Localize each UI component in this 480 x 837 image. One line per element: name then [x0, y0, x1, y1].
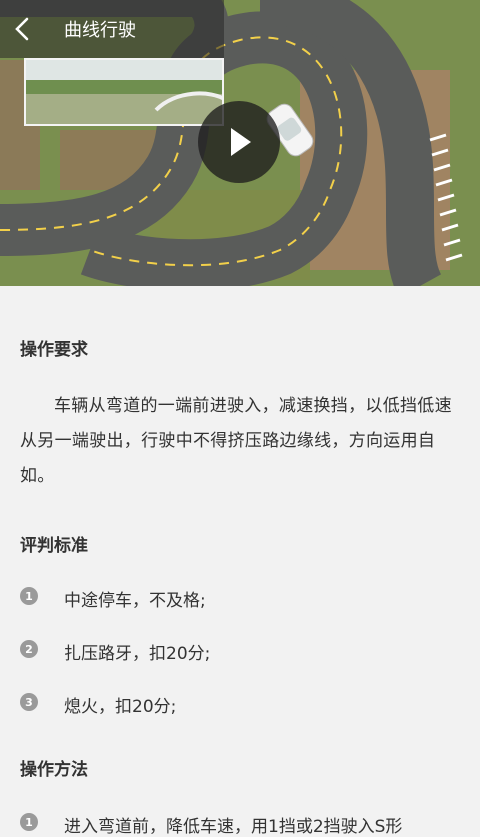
- preview-image: [26, 60, 222, 124]
- requirements-text: 车辆从弯道的一端前进驶入，减速换挡，以低挡低速从另一端驶出，行驶中不得挤压路边缘…: [20, 396, 452, 486]
- list-item-text: 熄火，扣20分;: [64, 697, 177, 717]
- section-title-method: 操作方法: [20, 760, 88, 780]
- content-area: 操作要求 车辆从弯道的一端前进驶入，减速换挡，以低挡低速从另一端驶出，行驶中不得…: [0, 335, 480, 837]
- section-title-scoring: 评判标准: [20, 536, 88, 556]
- play-button[interactable]: [198, 101, 280, 183]
- list-item: 1 进入弯道前，降低车速，用1挡或2挡驶入S形: [20, 812, 460, 837]
- list-item-text: 进入弯道前，降低车速，用1挡或2挡驶入S形: [64, 817, 403, 837]
- list-item-text: 扎压路牙，扣20分;: [64, 644, 211, 664]
- list-item: 3 熄火，扣20分;: [20, 692, 460, 717]
- top-bar: 曲线行驶: [0, 0, 224, 58]
- list-item-text: 中途停车，不及格;: [64, 591, 206, 611]
- number-badge: 1: [20, 813, 38, 831]
- number-badge: 3: [20, 693, 38, 711]
- list-item: 2 扎压路牙，扣20分;: [20, 639, 460, 664]
- page-title: 曲线行驶: [64, 20, 136, 41]
- play-icon: [231, 128, 251, 156]
- video-preview-inset: [24, 58, 224, 126]
- list-item: 1 中途停车，不及格;: [20, 586, 460, 611]
- section-title-requirements: 操作要求: [20, 340, 88, 360]
- back-button[interactable]: [0, 0, 44, 58]
- video-player[interactable]: 曲线行驶: [0, 0, 480, 286]
- chevron-left-icon: [15, 17, 29, 41]
- number-badge: 1: [20, 587, 38, 605]
- number-badge: 2: [20, 640, 38, 658]
